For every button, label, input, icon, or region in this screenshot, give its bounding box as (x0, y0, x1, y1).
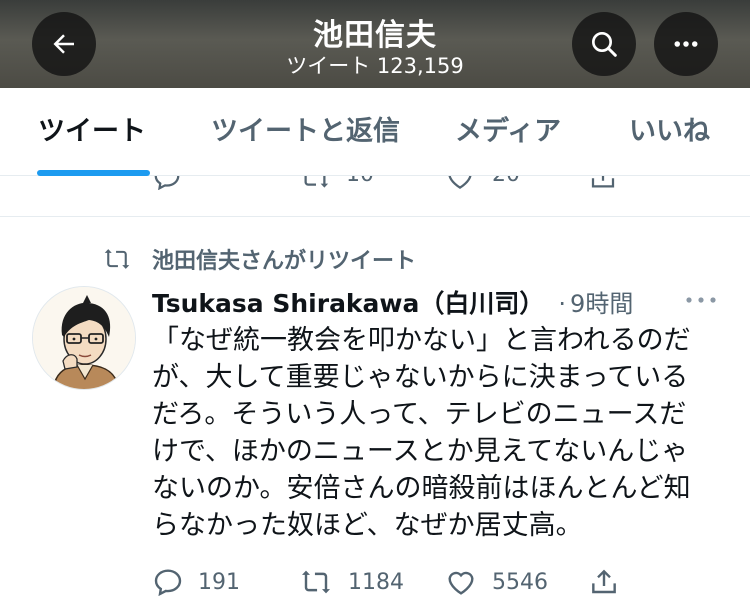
tweet-timestamp[interactable]: 9時間 (570, 284, 633, 319)
tweet-divider (0, 216, 750, 217)
avatar[interactable] (32, 286, 136, 390)
retweet-icon[interactable] (298, 176, 332, 190)
search-icon (592, 32, 617, 57)
tab-likes[interactable]: いいね (629, 88, 710, 176)
retweet-count: 1184 (348, 569, 404, 595)
like-icon[interactable] (444, 176, 476, 190)
reply-icon (154, 569, 182, 597)
retweeted-by-label: 池田信夫さんがリツイート (152, 249, 417, 274)
more-icon (686, 297, 716, 303)
like-icon (448, 571, 474, 595)
profile-name: 池田信夫 (313, 18, 437, 53)
tab-tweets-and-replies[interactable]: ツイートと返信 (211, 88, 400, 176)
reply-count: 191 (198, 569, 240, 595)
author-name[interactable]: Tsukasa Shirakawa（白川司） (152, 284, 544, 320)
share-icon[interactable] (588, 176, 618, 190)
like-button[interactable]: 5546 (444, 562, 548, 602)
retweet-button[interactable]: 1184 (298, 562, 404, 602)
retweet-icon (104, 249, 130, 269)
reply-button[interactable]: 191 (152, 562, 240, 602)
avatar-illustration (33, 287, 135, 389)
retweet-notice[interactable]: 池田信夫さんがリツイート (100, 242, 416, 276)
tweet-author-row: Tsukasa Shirakawa（白川司） · 9時間 (152, 284, 633, 320)
retweet-icon (302, 570, 330, 594)
reply-icon[interactable] (152, 176, 182, 190)
profile-tabs: ツイート ツイートと返信 メディア いいね (0, 88, 750, 176)
separator-dot: · (558, 290, 567, 318)
tab-tweets[interactable]: ツイート (38, 88, 146, 176)
previous-tweet-actions: 10 20 (0, 176, 750, 190)
previous-like-count: 20 (492, 176, 520, 187)
tab-media[interactable]: メディア (455, 88, 561, 176)
tweet-count: ツイート 123,159 (286, 54, 464, 78)
tweet-actions: 191 1184 5546 (152, 562, 632, 602)
search-button[interactable] (572, 12, 636, 76)
tweet-text: 「なぜ統一教会を叩かない」と言われるのだ が、大して重要じゃないからに決まってい… (152, 325, 691, 541)
profile-header: 池田信夫 ツイート 123,159 (0, 0, 750, 88)
share-button[interactable] (588, 562, 620, 602)
tweet-more-button[interactable] (684, 290, 718, 314)
more-icon (674, 41, 698, 47)
like-count: 5546 (492, 569, 548, 595)
more-button[interactable] (654, 12, 718, 76)
share-icon (592, 569, 616, 594)
previous-retweet-count: 10 (346, 176, 374, 187)
